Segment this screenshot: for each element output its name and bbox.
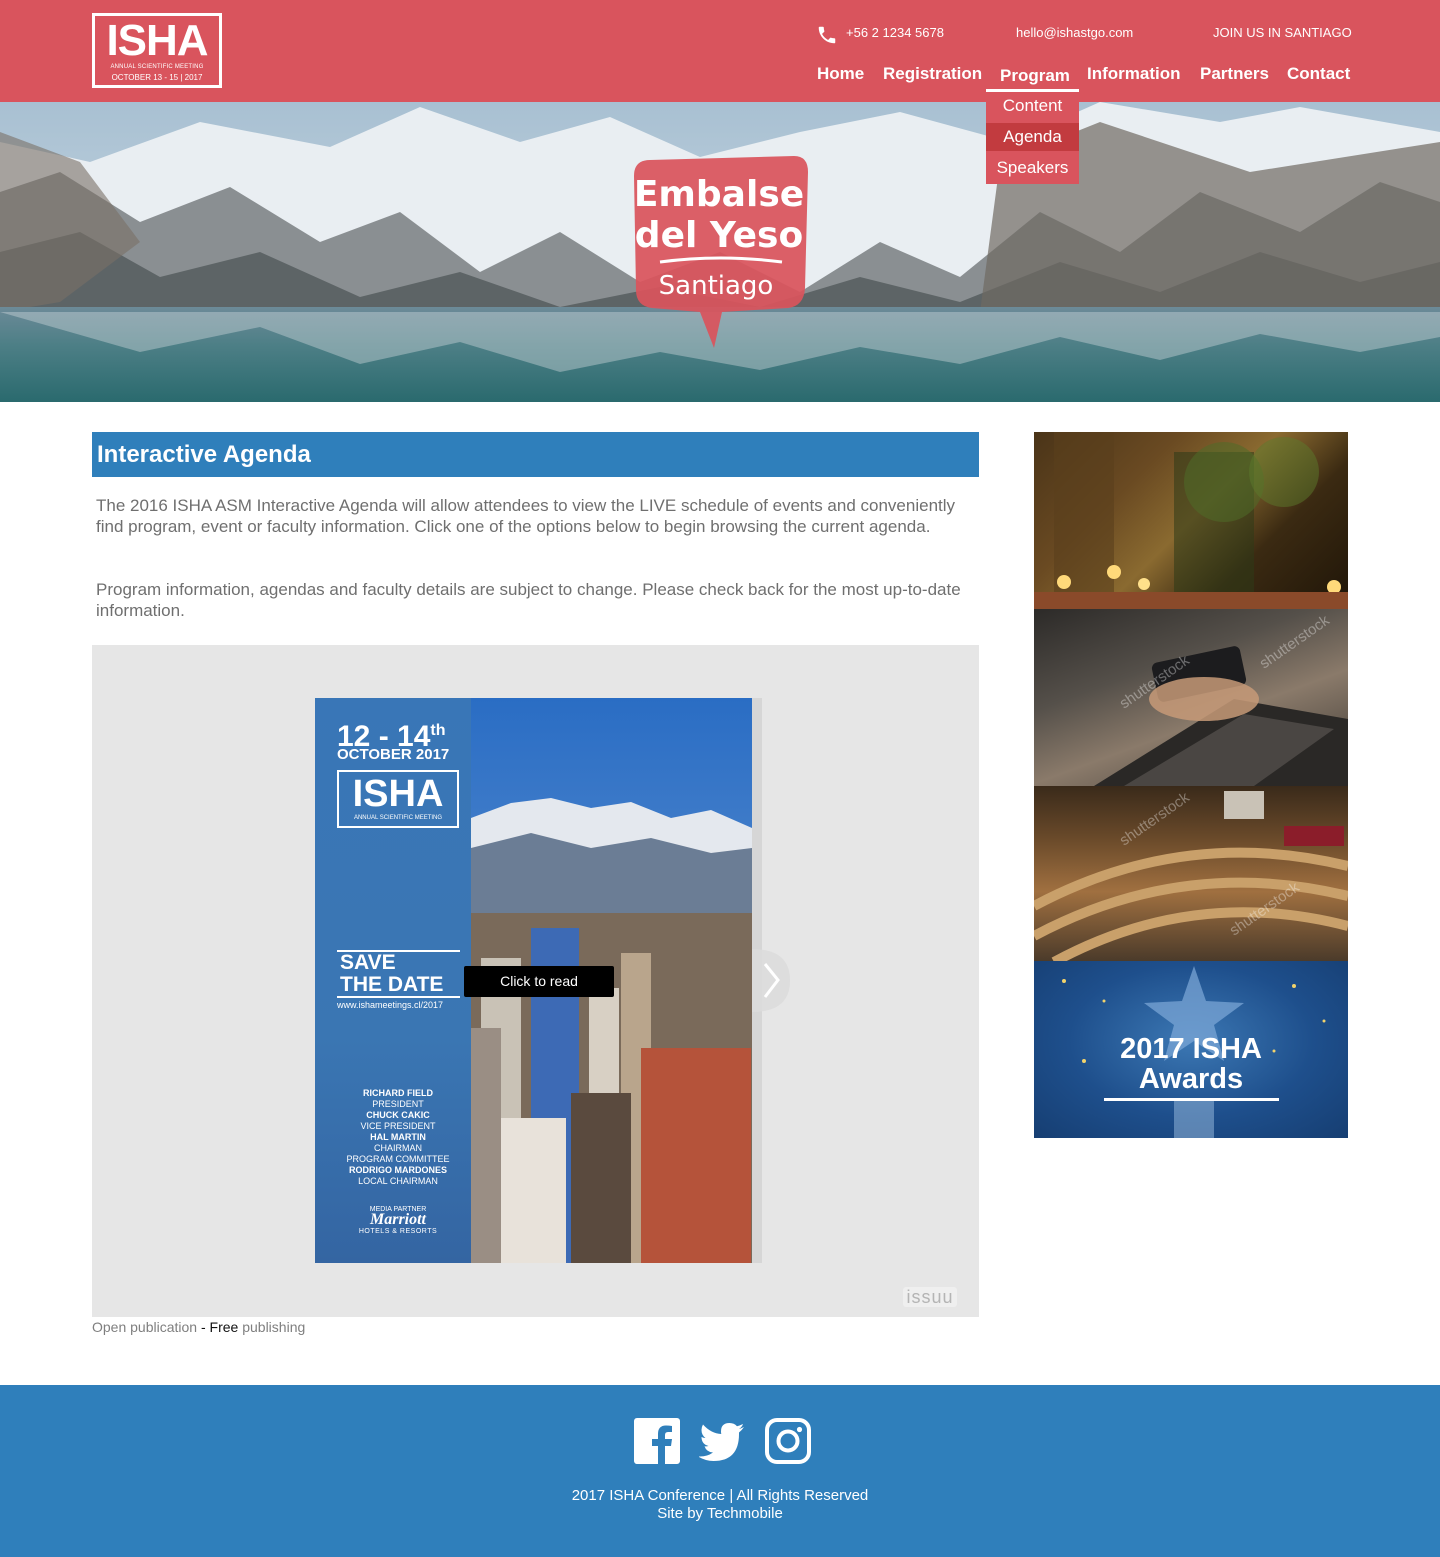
twitter-icon[interactable] bbox=[699, 1418, 745, 1464]
nav-registration[interactable]: Registration bbox=[883, 64, 982, 88]
page-title: Interactive Agenda bbox=[92, 432, 979, 477]
intro-paragraph: The 2016 ISHA ASM Interactive Agenda wil… bbox=[96, 496, 956, 536]
marriott-logo: Marriott bbox=[369, 1211, 426, 1228]
phone-number[interactable]: +56 2 1234 5678 bbox=[846, 25, 944, 41]
cover-people: RICHARD FIELD PRESIDENT CHUCK CAKIC VICE… bbox=[346, 1088, 450, 1186]
isha-logo[interactable]: ISHA ANNUAL SCIENTIFIC MEETING OCTOBER 1… bbox=[92, 13, 222, 88]
nav-contact[interactable]: Contact bbox=[1287, 64, 1350, 88]
publishing-link[interactable]: publishing bbox=[238, 1319, 305, 1335]
open-publication-line: Open publication - Free publishing bbox=[92, 1319, 306, 1335]
site-footer bbox=[0, 1385, 1440, 1557]
cover-logo: ISHA ANNUAL SCIENTIFIC MEETING bbox=[337, 770, 459, 828]
logo-subtitle: ANNUAL SCIENTIFIC MEETING bbox=[110, 64, 204, 70]
join-link[interactable]: JOIN US IN SANTIAGO bbox=[1213, 25, 1352, 41]
badge-line1: Embalse bbox=[634, 174, 804, 215]
cover-url: www.ishameetings.cl/2017 bbox=[337, 1000, 444, 1010]
svg-text:shutterstock: shutterstock bbox=[1257, 612, 1333, 673]
sidebar-conference-hall-photo[interactable]: shutterstock shutterstock bbox=[1034, 786, 1348, 962]
sidebar-phone-laptop-photo[interactable]: shutterstock shutterstock bbox=[1034, 609, 1348, 786]
logo-title: ISHA bbox=[106, 16, 208, 65]
disclaimer-paragraph: Program information, agendas and faculty… bbox=[96, 580, 961, 620]
awards-title: 2017 ISHA Awards bbox=[1120, 1033, 1262, 1095]
dropdown-item-agenda[interactable]: Agenda bbox=[986, 123, 1079, 151]
nav-information[interactable]: Information bbox=[1087, 64, 1181, 88]
footer-copyright: 2017 ISHA Conference | All Rights Reserv… bbox=[571, 1487, 869, 1504]
save-the-date: SAVE THE DATE bbox=[337, 950, 460, 998]
chevron-right-icon[interactable] bbox=[752, 949, 790, 1012]
dropdown-item-content[interactable]: Content bbox=[986, 92, 1079, 120]
mountain-landscape: Embalse del Yeso Santiago bbox=[0, 102, 1440, 402]
dropdown-item-speakers[interactable]: Speakers bbox=[986, 154, 1079, 182]
phone-icon bbox=[818, 26, 836, 44]
sidebar-restaurant-photo[interactable] bbox=[1034, 432, 1348, 609]
hero-banner: Embalse del Yeso Santiago bbox=[0, 102, 1440, 402]
instagram-icon[interactable] bbox=[765, 1418, 811, 1464]
facebook-icon[interactable] bbox=[634, 1418, 680, 1464]
svg-text:shutterstock: shutterstock bbox=[1117, 789, 1193, 850]
program-dropdown: Content Agenda Speakers bbox=[986, 92, 1079, 184]
cover-left-panel: 12 - 14th OCTOBER 2017 ISHA ANNUAL SCIEN… bbox=[315, 698, 471, 1263]
nav-home[interactable]: Home bbox=[817, 64, 864, 88]
site-header: ISHA ANNUAL SCIENTIFIC MEETING OCTOBER 1… bbox=[0, 0, 1440, 102]
nav-partners[interactable]: Partners bbox=[1200, 64, 1269, 88]
nav-program[interactable]: Program bbox=[1000, 66, 1070, 90]
email-link[interactable]: hello@ishastgo.com bbox=[1016, 25, 1133, 41]
marriott-tagline: HOTELS & RESORTS bbox=[358, 1228, 438, 1235]
cover-month: OCTOBER 2017 bbox=[337, 746, 450, 763]
footer-credit[interactable]: Site by Techmobile bbox=[0, 1505, 1440, 1523]
awards-underline bbox=[1104, 1098, 1279, 1101]
badge-line3: Santiago bbox=[659, 271, 774, 301]
sidebar-awards-banner[interactable]: 2017 ISHA Awards bbox=[1034, 961, 1348, 1138]
free-link[interactable]: Free bbox=[210, 1319, 239, 1335]
badge-line2: del Yeso bbox=[635, 215, 803, 256]
open-publication-link[interactable]: Open publication bbox=[92, 1319, 197, 1335]
logo-date: OCTOBER 13 - 15 | 2017 bbox=[111, 73, 203, 82]
click-to-read-button[interactable]: Click to read bbox=[464, 966, 614, 997]
issuu-logo[interactable]: issuu bbox=[903, 1287, 957, 1307]
